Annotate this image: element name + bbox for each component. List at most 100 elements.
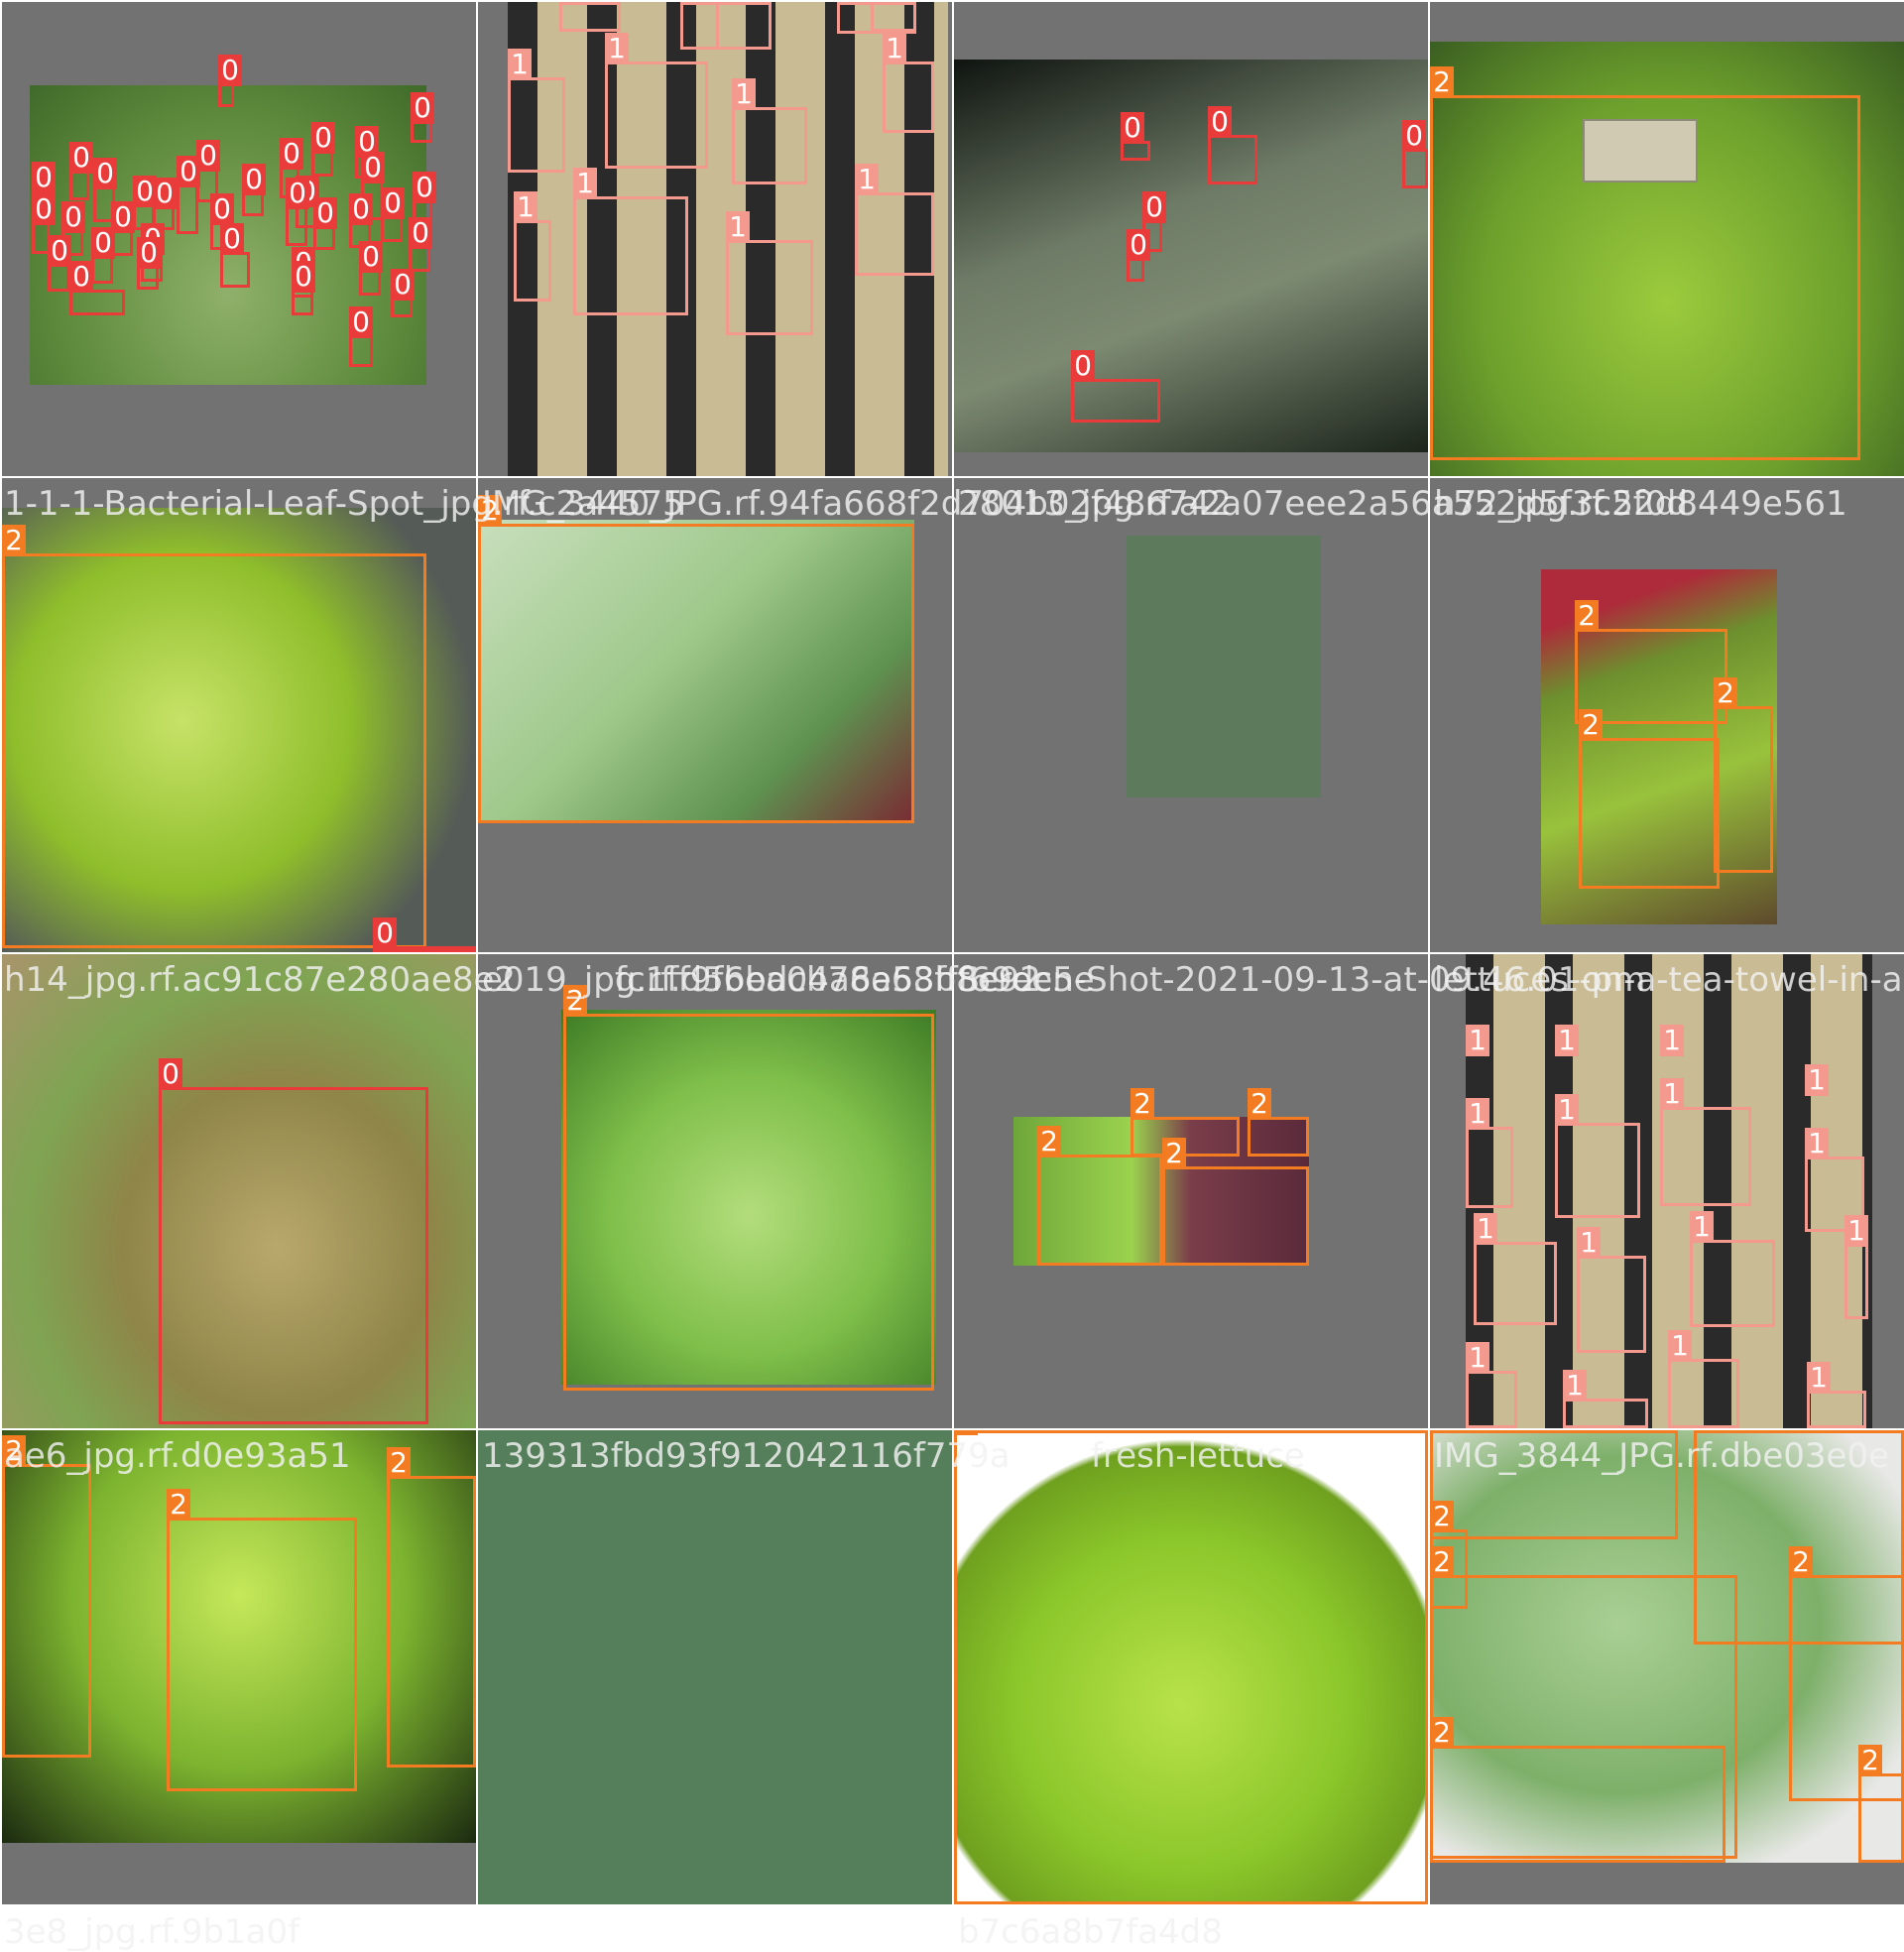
detection-box: 2 bbox=[2, 525, 426, 948]
class-label: 2 bbox=[1430, 66, 1454, 98]
detection-box: 0 bbox=[177, 156, 200, 234]
detection-box: 1 bbox=[508, 49, 565, 173]
tile-2: 1 1 1 1 1 1 1 1 1 1 1 1 1 bbox=[478, 2, 952, 476]
class-label: 0 bbox=[280, 138, 303, 170]
class-label: 0 bbox=[361, 152, 385, 183]
class-label: 0 bbox=[1402, 120, 1426, 152]
filename-label: 3e8_jpg.rf.9b1a0f bbox=[4, 1912, 300, 1952]
detection-box: 1 bbox=[1660, 1078, 1751, 1206]
detection-box: 1 bbox=[1563, 1370, 1648, 1428]
class-label: 0 bbox=[311, 122, 335, 154]
detection-box: 0 bbox=[311, 122, 335, 177]
tile-10: 2 bbox=[478, 954, 952, 1428]
detection-box: 0 bbox=[1208, 106, 1257, 184]
class-label: 0 bbox=[48, 235, 71, 267]
class-label: 1 bbox=[1563, 1370, 1587, 1402]
detection-box: 1 bbox=[732, 78, 807, 184]
detection-box: 0 bbox=[411, 92, 434, 143]
detection-box: 0 bbox=[220, 223, 250, 288]
detection-box: 1 bbox=[1466, 1098, 1513, 1208]
tile-14 bbox=[478, 1430, 952, 1904]
filename-label: ae6_jpg.rf.d0e93a51 bbox=[4, 1436, 351, 1476]
class-label: 1 bbox=[883, 33, 906, 64]
class-label: 0 bbox=[69, 261, 93, 293]
class-label: 2 bbox=[954, 1430, 978, 1435]
detection-box: 2 bbox=[1430, 66, 1860, 460]
tile-6: 2 bbox=[478, 478, 952, 952]
tile-3: 0 0 0 0 0 0 bbox=[954, 2, 1428, 476]
detection-box: 1 bbox=[883, 33, 934, 133]
class-label: 1 bbox=[1466, 1342, 1489, 1374]
detection-box: 1 bbox=[1690, 1211, 1775, 1327]
tile-15: 2 bbox=[954, 1430, 1428, 1904]
detection-box: 1 bbox=[605, 33, 708, 169]
tile-1: 0 0 0 0 0 0 0 0 0 0 0 0 0 0 0 0 0 0 0 0 … bbox=[2, 2, 476, 476]
detection-box: 2 bbox=[1037, 1126, 1162, 1266]
tile-12: 1 1 1 1 1 1 1 1 1 1 1 1 1 1 1 1 bbox=[1430, 954, 1904, 1428]
class-label: 0 bbox=[210, 193, 234, 225]
detection-box: 0 bbox=[373, 917, 476, 952]
detection-box: 1 bbox=[1807, 1362, 1866, 1428]
class-label: 0 bbox=[159, 1058, 182, 1090]
class-label: 2 bbox=[1694, 1430, 1718, 1433]
tile-4: 2 bbox=[1430, 2, 1904, 476]
class-label: 1 bbox=[559, 2, 583, 5]
detection-box: 2 bbox=[387, 1447, 476, 1768]
detection-box: 0 bbox=[359, 241, 383, 296]
class-label: 1 bbox=[837, 2, 861, 5]
class-label: 0 bbox=[242, 164, 266, 195]
class-label: 2 bbox=[1130, 1088, 1154, 1120]
class-label: 2 bbox=[1714, 677, 1737, 709]
class-label: 0 bbox=[409, 217, 432, 249]
detection-box: 2 bbox=[1789, 1546, 1904, 1801]
detection-box: 0 bbox=[218, 55, 242, 107]
detection-box: 1 bbox=[1555, 1025, 1579, 1059]
detection-box: 0 bbox=[1121, 112, 1150, 161]
detection-box: 0 bbox=[381, 187, 405, 242]
detection-box: 1 bbox=[726, 211, 813, 335]
class-label: 1 bbox=[680, 2, 704, 5]
class-label: 1 bbox=[716, 2, 740, 5]
class-label: 0 bbox=[218, 55, 242, 86]
filename-label: lettuces-on-a-tea-towel-in-a- bbox=[1434, 960, 1904, 1000]
detection-box: 1 bbox=[1474, 1213, 1557, 1325]
class-label: 0 bbox=[349, 193, 373, 225]
detection-box: 0 bbox=[292, 261, 315, 315]
detection-box: 2 bbox=[478, 495, 914, 823]
class-label: 1 bbox=[1660, 1078, 1684, 1110]
tile-9: 0 bbox=[2, 954, 476, 1428]
class-label: 0 bbox=[313, 197, 337, 229]
detection-box: 1 bbox=[1466, 1342, 1517, 1428]
detection-box: 1 bbox=[1805, 1064, 1829, 1099]
filename-label: h14_jpg.rf.ac91c87e280ae8e2 bbox=[4, 960, 517, 1000]
class-label: 0 bbox=[1121, 112, 1144, 144]
class-label: 2 bbox=[387, 1447, 411, 1479]
class-label: 1 bbox=[732, 78, 756, 110]
detection-box: 0 bbox=[391, 269, 415, 317]
class-label: 1 bbox=[1555, 1025, 1579, 1056]
detection-box: 2 bbox=[2, 1435, 91, 1758]
class-label: 1 bbox=[1577, 1227, 1601, 1259]
class-label: 1 bbox=[1466, 1098, 1489, 1130]
class-label: 0 bbox=[349, 306, 373, 338]
class-label: 0 bbox=[61, 201, 85, 233]
detection-box: 1 bbox=[1844, 1215, 1868, 1319]
detection-box: 1 bbox=[716, 2, 772, 50]
detection-box: 0 bbox=[1402, 120, 1428, 188]
class-label: 1 bbox=[1466, 1025, 1489, 1056]
class-label: 0 bbox=[153, 178, 177, 209]
detection-box: 0 bbox=[69, 261, 125, 315]
class-label: 1 bbox=[871, 2, 894, 5]
class-label: 1 bbox=[514, 191, 537, 223]
detection-box: 0 bbox=[286, 178, 309, 246]
class-label: 0 bbox=[32, 193, 56, 225]
class-label: 2 bbox=[1162, 1138, 1186, 1169]
tile-16: 2 2 2 2 2 2 2 bbox=[1430, 1430, 1904, 1904]
class-label: 2 bbox=[1858, 1745, 1882, 1776]
detection-box: 2 bbox=[1248, 1088, 1309, 1157]
detection-box: 1 bbox=[514, 191, 551, 302]
class-label: 0 bbox=[93, 158, 117, 189]
class-label: 1 bbox=[855, 164, 879, 195]
detection-box: 2 bbox=[1162, 1138, 1309, 1266]
detection-box: 1 bbox=[871, 2, 916, 32]
